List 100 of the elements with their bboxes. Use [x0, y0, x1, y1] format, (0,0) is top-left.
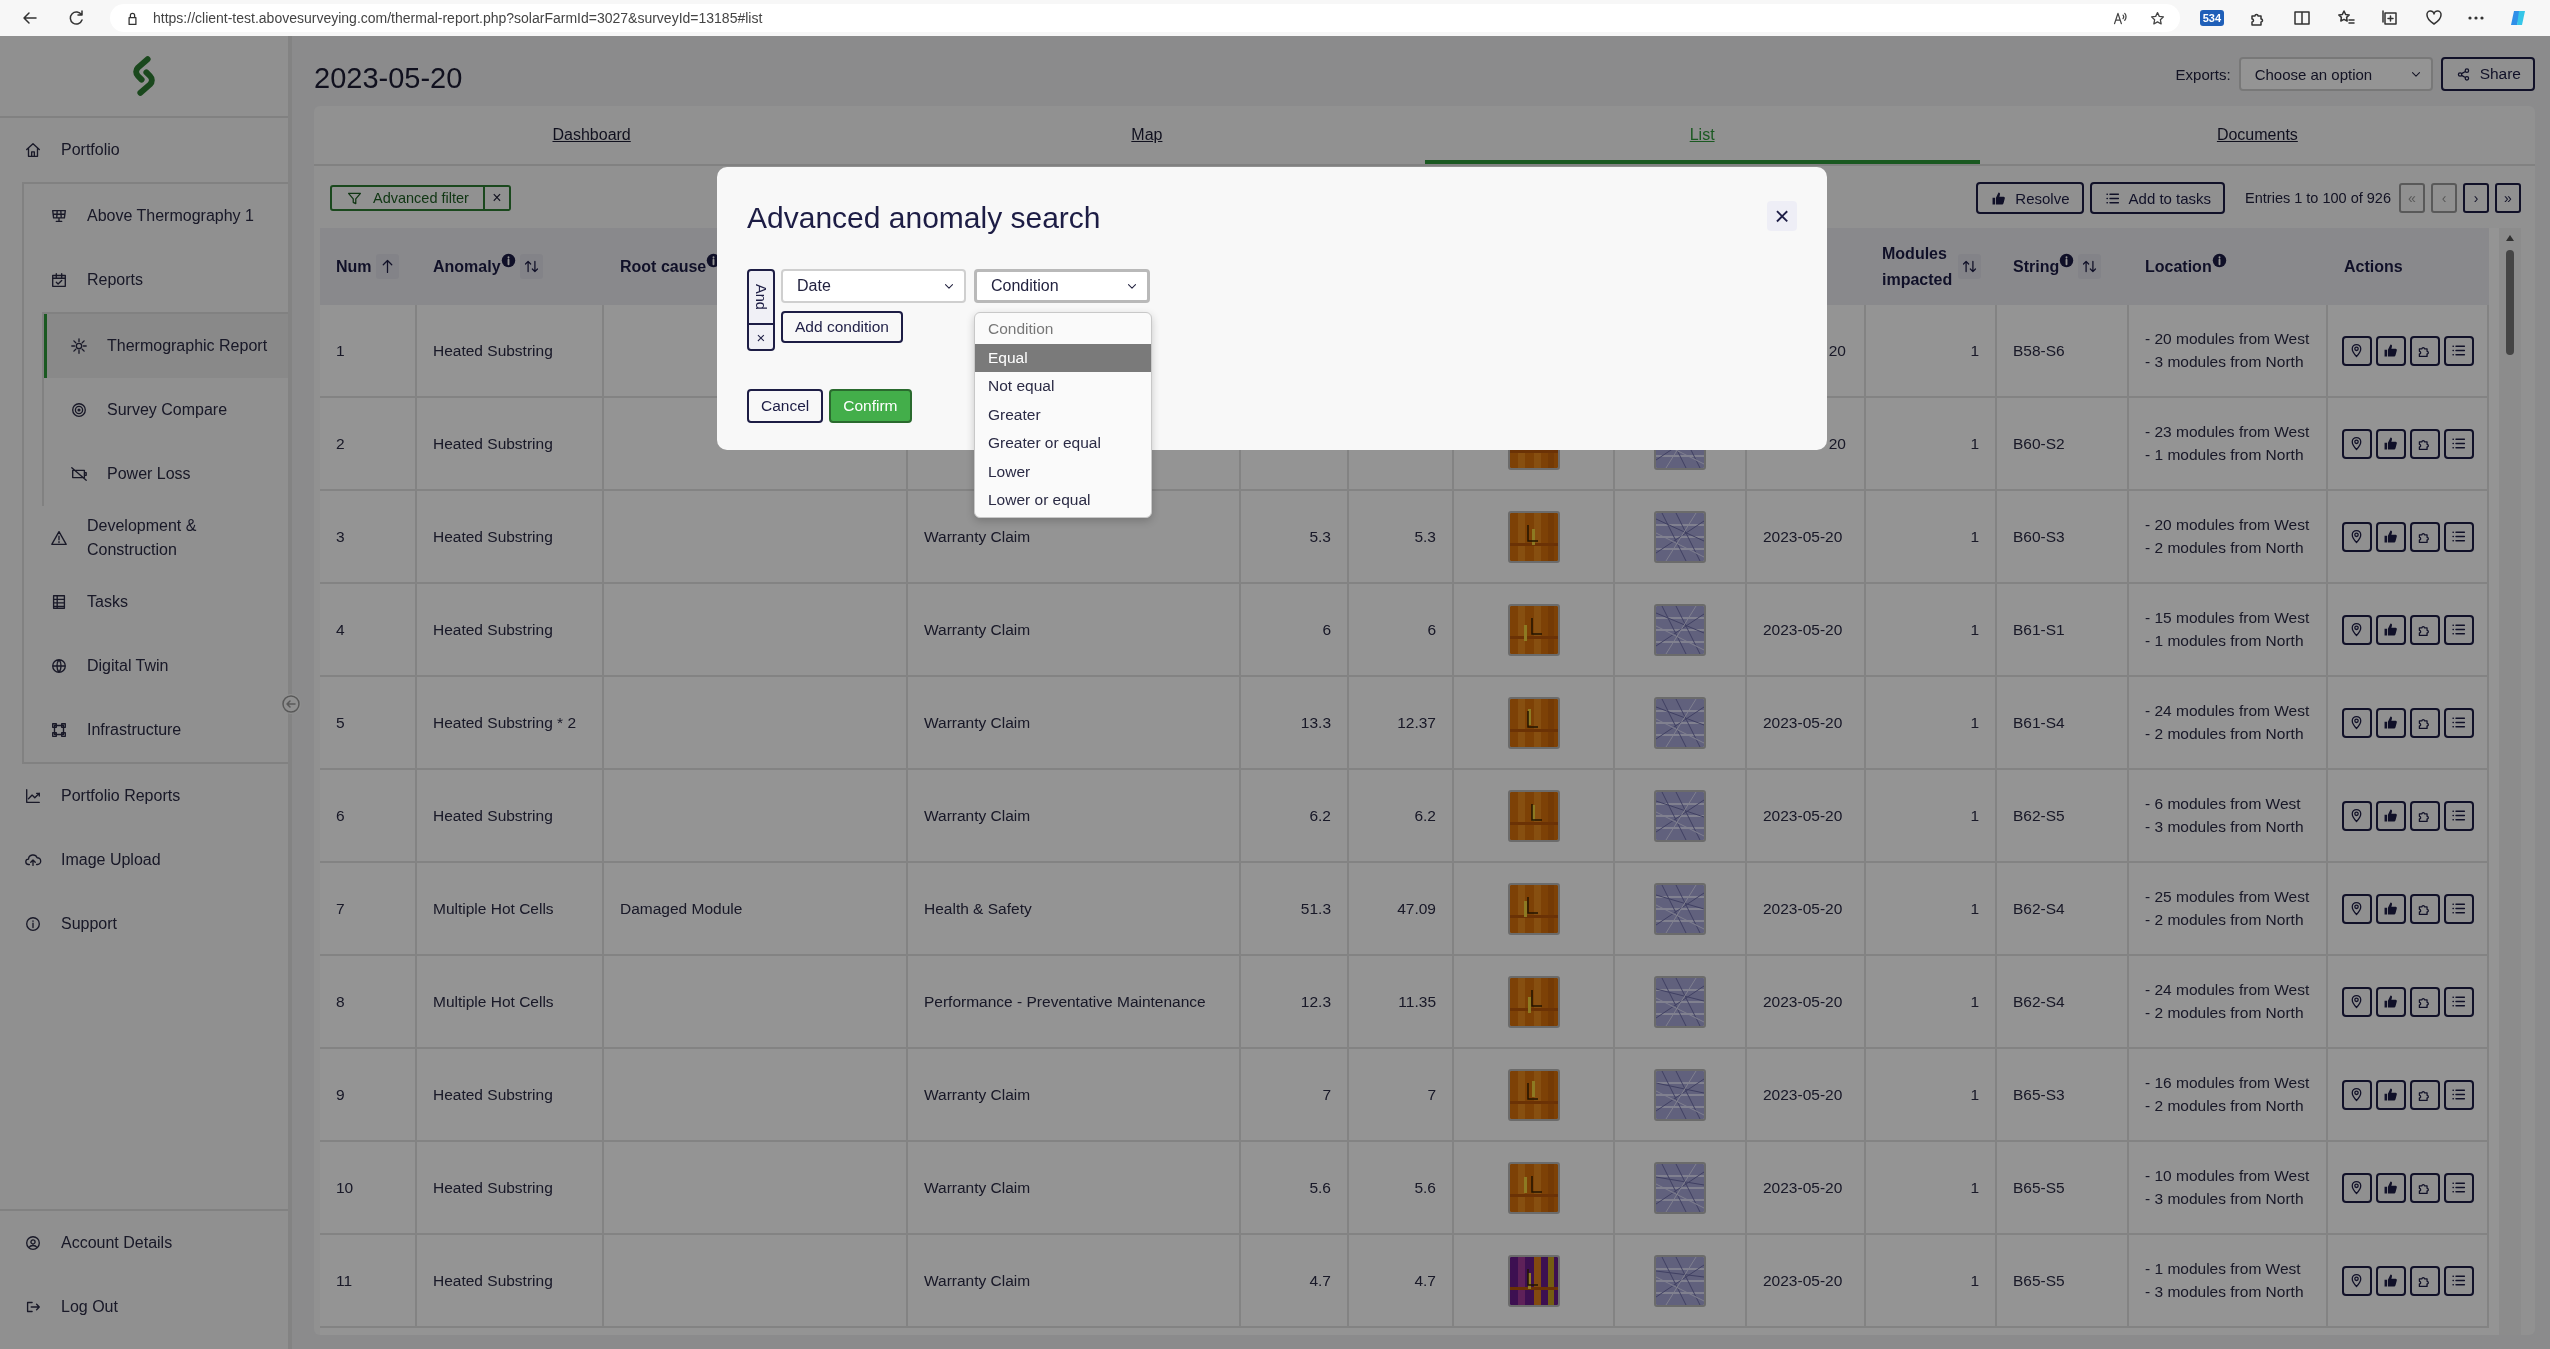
- sidebar-item[interactable]: Image Upload: [0, 828, 288, 892]
- map-pin-button[interactable]: [2341, 1079, 2372, 1110]
- clear-filter-button[interactable]: ×: [484, 185, 511, 211]
- sidebar-item[interactable]: Thermographic Report: [44, 314, 288, 378]
- map-pin-button[interactable]: [2341, 707, 2372, 738]
- copilot-icon[interactable]: [2508, 8, 2528, 28]
- tab[interactable]: Dashboard: [314, 106, 870, 164]
- sidebar-item[interactable]: Survey Compare: [44, 378, 288, 442]
- advanced-filter-button[interactable]: Advanced filter: [330, 185, 485, 211]
- scrollbar[interactable]: [2499, 228, 2521, 1335]
- close-button[interactable]: ×: [1767, 201, 1797, 231]
- address-bar[interactable]: https://client-test.abovesurveying.com/thermal-report.php?solarFarmId=3027&surveyId=13185#list: [110, 4, 2180, 32]
- add-to-tasks-button[interactable]: [2443, 335, 2474, 366]
- add-to-tasks-button[interactable]: Add to tasks: [2089, 182, 2226, 214]
- puzzle-button[interactable]: [2409, 1265, 2440, 1296]
- puzzle-button[interactable]: [2409, 335, 2440, 366]
- puzzle-button[interactable]: [2409, 893, 2440, 924]
- sidebar-item[interactable]: Above Thermography 1: [24, 184, 288, 248]
- field-select[interactable]: Date: [781, 269, 966, 303]
- map-pin-button[interactable]: [2341, 335, 2372, 366]
- sidebar-item[interactable]: Account Details: [0, 1211, 288, 1275]
- scroll-thumb[interactable]: [2506, 250, 2514, 355]
- add-to-tasks-button[interactable]: [2443, 1079, 2474, 1110]
- sidebar-item[interactable]: Digital Twin: [24, 634, 288, 698]
- sidebar-item[interactable]: Support: [0, 892, 288, 956]
- puzzle-button[interactable]: [2409, 428, 2440, 459]
- dropdown-option[interactable]: Not equal: [975, 372, 1151, 401]
- sort-button[interactable]: [1958, 254, 1981, 279]
- resolve-button[interactable]: [2375, 800, 2406, 831]
- map-pin-button[interactable]: [2341, 614, 2372, 645]
- more-icon[interactable]: [2468, 16, 2484, 20]
- puzzle-button[interactable]: [2409, 800, 2440, 831]
- logo-icon[interactable]: [132, 56, 156, 96]
- sort-button[interactable]: [519, 254, 543, 279]
- add-to-tasks-button[interactable]: [2443, 521, 2474, 552]
- map-pin-button[interactable]: [2341, 986, 2372, 1017]
- add-to-tasks-button[interactable]: [2443, 707, 2474, 738]
- add-to-tasks-button[interactable]: [2443, 1265, 2474, 1296]
- add-to-tasks-button[interactable]: [2443, 1172, 2474, 1203]
- dropdown-option[interactable]: Equal: [975, 343, 1151, 372]
- add-condition-button[interactable]: Add condition: [781, 311, 903, 343]
- exports-select[interactable]: Choose an option: [2238, 57, 2433, 91]
- resolve-button[interactable]: [2375, 893, 2406, 924]
- remove-condition-button[interactable]: ×: [749, 325, 773, 349]
- extension-badge[interactable]: 534: [2199, 10, 2224, 26]
- sidebar-item[interactable]: Infrastructure: [24, 698, 288, 762]
- resolve-button[interactable]: [2375, 428, 2406, 459]
- sidebar-item[interactable]: Portfolio: [0, 118, 288, 182]
- resolve-button[interactable]: [2375, 614, 2406, 645]
- resolve-button[interactable]: [2375, 521, 2406, 552]
- share-button[interactable]: Share: [2440, 57, 2535, 91]
- tab[interactable]: Map: [869, 106, 1425, 164]
- dropdown-option[interactable]: Lower: [975, 457, 1151, 486]
- add-to-tasks-button[interactable]: [2443, 893, 2474, 924]
- dropdown-option[interactable]: Lower or equal: [975, 486, 1151, 515]
- puzzle-button[interactable]: [2409, 521, 2440, 552]
- puzzle-button[interactable]: [2409, 1172, 2440, 1203]
- sidebar-item[interactable]: Portfolio Reports: [0, 764, 288, 828]
- map-pin-button[interactable]: [2341, 800, 2372, 831]
- resolve-button[interactable]: [2375, 335, 2406, 366]
- pager-button[interactable]: »: [2495, 183, 2521, 213]
- map-pin-button[interactable]: [2341, 521, 2372, 552]
- sort-button[interactable]: [2078, 254, 2102, 279]
- resolve-button[interactable]: Resolve: [1976, 182, 2084, 214]
- resolve-button[interactable]: [2375, 986, 2406, 1017]
- tab[interactable]: Documents: [1979, 106, 2535, 164]
- resolve-button[interactable]: [2375, 1265, 2406, 1296]
- info-icon[interactable]: [2059, 253, 2075, 268]
- map-pin-button[interactable]: [2341, 1172, 2372, 1203]
- add-to-tasks-button[interactable]: [2443, 614, 2474, 645]
- puzzle-button[interactable]: [2409, 1079, 2440, 1110]
- table-cell: 1: [1866, 1142, 1997, 1235]
- condition-select[interactable]: Condition: [974, 269, 1150, 303]
- dropdown-option[interactable]: Greater: [975, 400, 1151, 429]
- sidebar-item[interactable]: Development & Construction: [24, 506, 288, 570]
- sidebar-item[interactable]: Tasks: [24, 570, 288, 634]
- map-pin-button[interactable]: [2341, 428, 2372, 459]
- pager-button[interactable]: ›: [2463, 183, 2489, 213]
- info-icon[interactable]: [500, 253, 516, 268]
- and-toggle[interactable]: And: [749, 271, 773, 325]
- sidebar-item[interactable]: Power Loss: [44, 442, 288, 506]
- scroll-up-icon[interactable]: [2505, 234, 2515, 242]
- sidebar-item[interactable]: Log Out: [0, 1275, 288, 1339]
- add-to-tasks-button[interactable]: [2443, 428, 2474, 459]
- resolve-button[interactable]: [2375, 1079, 2406, 1110]
- map-pin-button[interactable]: [2341, 893, 2372, 924]
- resolve-button[interactable]: [2375, 1172, 2406, 1203]
- add-to-tasks-button[interactable]: [2443, 986, 2474, 1017]
- resolve-button[interactable]: [2375, 707, 2406, 738]
- puzzle-button[interactable]: [2409, 707, 2440, 738]
- info-icon[interactable]: [2211, 253, 2227, 268]
- sidebar-item[interactable]: Reports: [24, 248, 288, 312]
- add-to-tasks-button[interactable]: [2443, 800, 2474, 831]
- cancel-button[interactable]: Cancel: [747, 389, 824, 423]
- puzzle-button[interactable]: [2409, 614, 2440, 645]
- sort-button[interactable]: [375, 254, 399, 279]
- puzzle-button[interactable]: [2409, 986, 2440, 1017]
- table-cell: B65-S3: [1997, 1049, 2129, 1142]
- dropdown-option[interactable]: Greater or equal: [975, 429, 1151, 458]
- map-pin-button[interactable]: [2341, 1265, 2372, 1296]
